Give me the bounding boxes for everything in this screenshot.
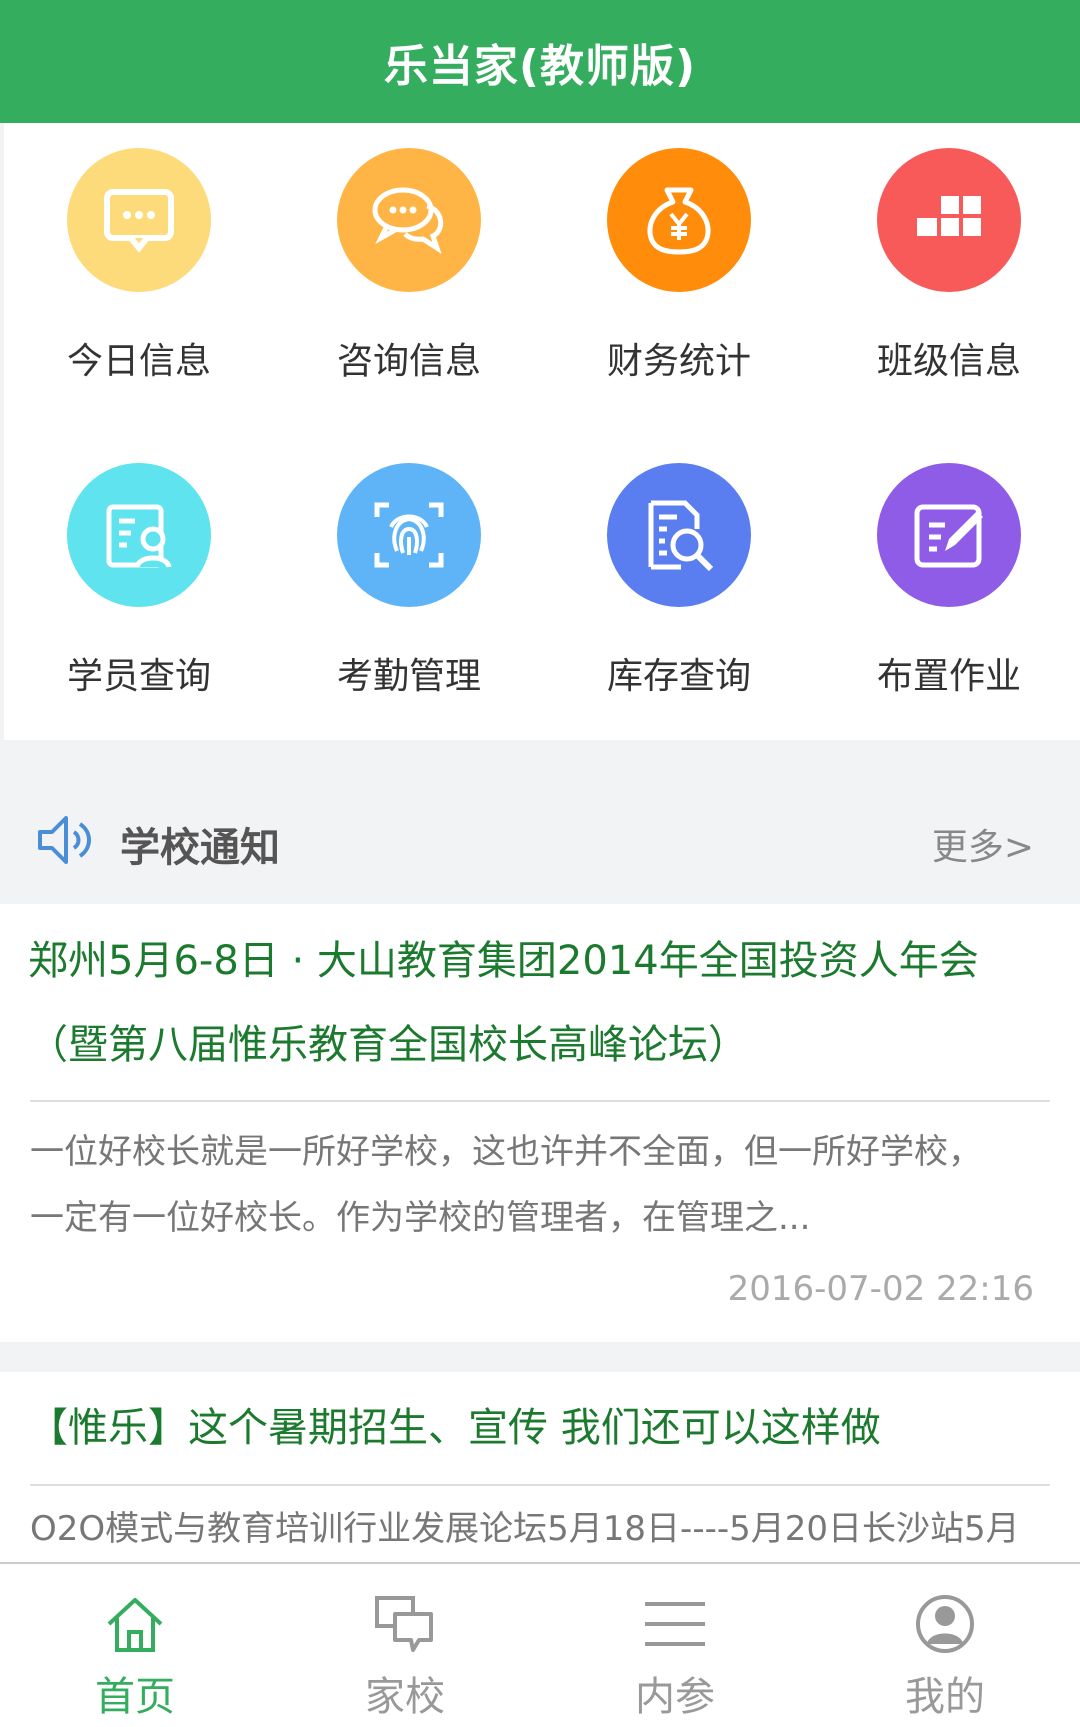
grid-item-label: 今日信息 xyxy=(66,341,211,382)
grid-item-label: 班级信息 xyxy=(876,341,1021,382)
page-title: 乐当家(教师版) xyxy=(383,40,697,92)
grid-item-label: 布置作业 xyxy=(876,656,1021,697)
tab-home[interactable]: 首页 xyxy=(0,1564,270,1727)
article-title: （暨第八届惟乐教育全国校长高峰论坛） xyxy=(28,1022,748,1068)
article-summary: O2O模式与教育培训行业发展论坛5月18日----5月20日长沙站5月 xyxy=(30,1509,1020,1549)
fingerprint-icon xyxy=(337,463,481,607)
tab-label: 首页 xyxy=(95,1674,175,1720)
dialog-bubbles-icon xyxy=(337,148,481,292)
grid-item-label: 考勤管理 xyxy=(336,656,481,697)
bottom-tab-bar: 首页 家校 内参 我的 xyxy=(0,1562,1080,1727)
article-title: 郑州5月6-8日 · 大山教育集团2014年全国投资人年会 xyxy=(28,938,979,984)
article-title: 【惟乐】这个暑期招生、宣传 我们还可以这样做 xyxy=(28,1405,881,1451)
speaker-icon xyxy=(38,816,91,864)
student-card-icon xyxy=(67,463,211,607)
money-bag-icon xyxy=(607,148,751,292)
tab-label: 内参 xyxy=(635,1674,715,1720)
more-link[interactable]: 更多> xyxy=(932,818,1034,870)
article-summary: 一位好校长就是一所好学校，这也许并不全面，但一所好学校， xyxy=(30,1132,982,1172)
home-icon xyxy=(107,1598,163,1652)
grid-item-attendance[interactable]: 考勤管理 xyxy=(274,438,544,738)
grid-item-assign-homework[interactable]: 布置作业 xyxy=(814,438,1080,738)
grid-item-label: 库存查询 xyxy=(606,656,751,697)
app-header: 乐当家(教师版) xyxy=(0,0,1080,123)
divider xyxy=(30,1100,1050,1102)
article-timestamp: 2016-07-02 22:16 xyxy=(727,1269,1034,1309)
grid-item-student-query[interactable]: 学员查询 xyxy=(4,438,274,738)
user-icon xyxy=(916,1595,974,1653)
notice-title: 学校通知 xyxy=(120,825,280,871)
grid-item-consult-info[interactable]: 咨询信息 xyxy=(274,123,544,423)
tab-label: 家校 xyxy=(365,1674,445,1720)
tab-home-school[interactable]: 家校 xyxy=(270,1564,540,1727)
divider xyxy=(30,1484,1050,1486)
chat-icon xyxy=(375,1596,433,1652)
menu-lines-icon xyxy=(645,1602,705,1646)
blocks-icon xyxy=(877,148,1021,292)
grid-item-finance-stats[interactable]: 财务统计 xyxy=(544,123,814,423)
grid-item-label: 财务统计 xyxy=(606,341,751,382)
article-card[interactable]: 【惟乐】这个暑期招生、宣传 我们还可以这样做 O2O模式与教育培训行业发展论坛5… xyxy=(0,1372,1080,1562)
tab-mine[interactable]: 我的 xyxy=(810,1564,1080,1727)
article-card[interactable]: 郑州5月6-8日 · 大山教育集团2014年全国投资人年会 （暨第八届惟乐教育全… xyxy=(0,904,1080,1342)
chat-bubble-icon xyxy=(67,148,211,292)
edit-form-icon xyxy=(877,463,1021,607)
grid-item-inventory-query[interactable]: 库存查询 xyxy=(544,438,814,738)
grid-item-label: 咨询信息 xyxy=(336,341,481,382)
article-summary: 一定有一位好校长。作为学校的管理者，在管理之... xyxy=(30,1198,811,1238)
tab-insider[interactable]: 内参 xyxy=(540,1564,810,1727)
function-grid: 今日信息 咨询信息 财务统计 班级信息 学员查询 考勤管理 库存查询 布置作业 xyxy=(4,123,1080,740)
grid-item-label: 学员查询 xyxy=(66,656,211,697)
document-search-icon xyxy=(607,463,751,607)
grid-item-today-info[interactable]: 今日信息 xyxy=(4,123,274,423)
tab-label: 我的 xyxy=(905,1674,985,1720)
grid-item-class-info[interactable]: 班级信息 xyxy=(814,123,1080,423)
